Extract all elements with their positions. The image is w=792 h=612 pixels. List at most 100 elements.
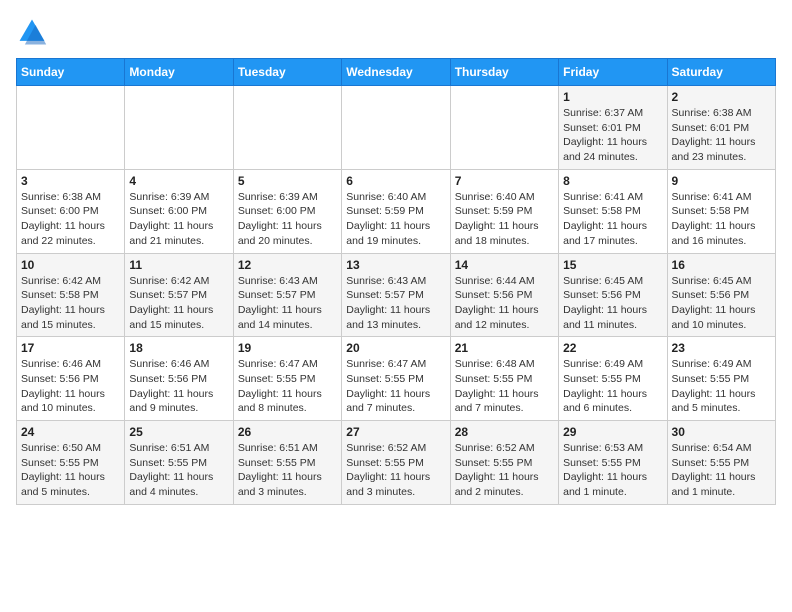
calendar-cell: 6 Sunrise: 6:40 AMSunset: 5:59 PMDaylight… <box>342 169 450 253</box>
day-info: Sunrise: 6:49 AMSunset: 5:55 PMDaylight:… <box>672 357 771 416</box>
calendar-cell: 30 Sunrise: 6:54 AMSunset: 5:55 PMDayligh… <box>667 421 775 505</box>
calendar-cell: 25 Sunrise: 6:51 AMSunset: 5:55 PMDayligh… <box>125 421 233 505</box>
calendar-cell: 26 Sunrise: 6:51 AMSunset: 5:55 PMDayligh… <box>233 421 341 505</box>
calendar-cell: 3Sunrise: 6:38 AMSunset: 6:00 PMDaylight… <box>17 169 125 253</box>
calendar-cell: 18 Sunrise: 6:46 AMSunset: 5:56 PMDayligh… <box>125 337 233 421</box>
column-header-monday: Monday <box>125 59 233 86</box>
calendar-cell: 13 Sunrise: 6:43 AMSunset: 5:57 PMDayligh… <box>342 253 450 337</box>
day-info: Sunrise: 6:43 AMSunset: 5:57 PMDaylight:… <box>238 274 337 333</box>
calendar-cell <box>450 86 558 170</box>
day-info: Sunrise: 6:37 AMSunset: 6:01 PMDaylight:… <box>563 106 662 165</box>
day-number: 26 <box>238 425 337 439</box>
day-number: 2 <box>672 90 771 104</box>
day-info: Sunrise: 6:51 AMSunset: 5:55 PMDaylight:… <box>238 441 337 500</box>
day-number: 15 <box>563 258 662 272</box>
day-info: Sunrise: 6:41 AMSunset: 5:58 PMDaylight:… <box>563 190 662 249</box>
day-info: Sunrise: 6:54 AMSunset: 5:55 PMDaylight:… <box>672 441 771 500</box>
week-row-1: 3Sunrise: 6:38 AMSunset: 6:00 PMDaylight… <box>17 169 776 253</box>
day-number: 27 <box>346 425 445 439</box>
calendar-cell: 28 Sunrise: 6:52 AMSunset: 5:55 PMDayligh… <box>450 421 558 505</box>
day-info: Sunrise: 6:45 AMSunset: 5:56 PMDaylight:… <box>563 274 662 333</box>
day-info: Sunrise: 6:38 AMSunset: 6:01 PMDaylight:… <box>672 106 771 165</box>
calendar-cell: 1 Sunrise: 6:37 AMSunset: 6:01 PMDaylight… <box>559 86 667 170</box>
day-number: 3 <box>21 174 120 188</box>
day-number: 12 <box>238 258 337 272</box>
page-header <box>16 16 776 48</box>
day-number: 8 <box>563 174 662 188</box>
column-header-wednesday: Wednesday <box>342 59 450 86</box>
calendar-cell: 15 Sunrise: 6:45 AMSunset: 5:56 PMDayligh… <box>559 253 667 337</box>
logo <box>16 16 52 48</box>
calendar-body: 1 Sunrise: 6:37 AMSunset: 6:01 PMDaylight… <box>17 86 776 505</box>
day-info: Sunrise: 6:47 AMSunset: 5:55 PMDaylight:… <box>346 357 445 416</box>
column-header-saturday: Saturday <box>667 59 775 86</box>
calendar-cell <box>233 86 341 170</box>
calendar-cell: 12 Sunrise: 6:43 AMSunset: 5:57 PMDayligh… <box>233 253 341 337</box>
day-number: 11 <box>129 258 228 272</box>
calendar-cell: 7 Sunrise: 6:40 AMSunset: 5:59 PMDaylight… <box>450 169 558 253</box>
day-number: 10 <box>21 258 120 272</box>
day-info: Sunrise: 6:44 AMSunset: 5:56 PMDaylight:… <box>455 274 554 333</box>
calendar-cell: 23 Sunrise: 6:49 AMSunset: 5:55 PMDayligh… <box>667 337 775 421</box>
day-info: Sunrise: 6:49 AMSunset: 5:55 PMDaylight:… <box>563 357 662 416</box>
calendar-cell: 19 Sunrise: 6:47 AMSunset: 5:55 PMDayligh… <box>233 337 341 421</box>
day-info: Sunrise: 6:51 AMSunset: 5:55 PMDaylight:… <box>129 441 228 500</box>
day-info: Sunrise: 6:52 AMSunset: 5:55 PMDaylight:… <box>455 441 554 500</box>
calendar-cell: 21 Sunrise: 6:48 AMSunset: 5:55 PMDayligh… <box>450 337 558 421</box>
calendar-cell: 11Sunrise: 6:42 AMSunset: 5:57 PMDayligh… <box>125 253 233 337</box>
day-number: 13 <box>346 258 445 272</box>
day-info: Sunrise: 6:52 AMSunset: 5:55 PMDaylight:… <box>346 441 445 500</box>
calendar-cell: 20 Sunrise: 6:47 AMSunset: 5:55 PMDayligh… <box>342 337 450 421</box>
day-number: 22 <box>563 341 662 355</box>
calendar-cell <box>342 86 450 170</box>
calendar-cell: 29Sunrise: 6:53 AMSunset: 5:55 PMDayligh… <box>559 421 667 505</box>
day-number: 7 <box>455 174 554 188</box>
calendar-cell: 10Sunrise: 6:42 AMSunset: 5:58 PMDayligh… <box>17 253 125 337</box>
day-number: 28 <box>455 425 554 439</box>
calendar-cell: 5 Sunrise: 6:39 AMSunset: 6:00 PMDaylight… <box>233 169 341 253</box>
calendar-cell: 27 Sunrise: 6:52 AMSunset: 5:55 PMDayligh… <box>342 421 450 505</box>
column-header-friday: Friday <box>559 59 667 86</box>
calendar-cell: 2 Sunrise: 6:38 AMSunset: 6:01 PMDaylight… <box>667 86 775 170</box>
day-number: 23 <box>672 341 771 355</box>
day-info: Sunrise: 6:40 AMSunset: 5:59 PMDaylight:… <box>455 190 554 249</box>
day-info: Sunrise: 6:53 AMSunset: 5:55 PMDaylight:… <box>563 441 662 500</box>
logo-icon <box>16 16 48 48</box>
calendar-cell: 17Sunrise: 6:46 AMSunset: 5:56 PMDayligh… <box>17 337 125 421</box>
day-number: 21 <box>455 341 554 355</box>
day-number: 30 <box>672 425 771 439</box>
calendar-cell: 8 Sunrise: 6:41 AMSunset: 5:58 PMDaylight… <box>559 169 667 253</box>
day-number: 1 <box>563 90 662 104</box>
week-row-0: 1 Sunrise: 6:37 AMSunset: 6:01 PMDaylight… <box>17 86 776 170</box>
day-info: Sunrise: 6:46 AMSunset: 5:56 PMDaylight:… <box>129 357 228 416</box>
day-info: Sunrise: 6:39 AMSunset: 6:00 PMDaylight:… <box>129 190 228 249</box>
calendar-cell: 22 Sunrise: 6:49 AMSunset: 5:55 PMDayligh… <box>559 337 667 421</box>
day-number: 9 <box>672 174 771 188</box>
calendar-cell: 16 Sunrise: 6:45 AMSunset: 5:56 PMDayligh… <box>667 253 775 337</box>
calendar-cell: 9 Sunrise: 6:41 AMSunset: 5:58 PMDaylight… <box>667 169 775 253</box>
calendar-cell <box>17 86 125 170</box>
day-info: Sunrise: 6:48 AMSunset: 5:55 PMDaylight:… <box>455 357 554 416</box>
day-number: 25 <box>129 425 228 439</box>
day-info: Sunrise: 6:40 AMSunset: 5:59 PMDaylight:… <box>346 190 445 249</box>
day-number: 19 <box>238 341 337 355</box>
week-row-4: 24Sunrise: 6:50 AMSunset: 5:55 PMDayligh… <box>17 421 776 505</box>
day-info: Sunrise: 6:47 AMSunset: 5:55 PMDaylight:… <box>238 357 337 416</box>
day-info: Sunrise: 6:43 AMSunset: 5:57 PMDaylight:… <box>346 274 445 333</box>
column-header-tuesday: Tuesday <box>233 59 341 86</box>
day-info: Sunrise: 6:41 AMSunset: 5:58 PMDaylight:… <box>672 190 771 249</box>
day-number: 20 <box>346 341 445 355</box>
column-header-thursday: Thursday <box>450 59 558 86</box>
day-number: 5 <box>238 174 337 188</box>
day-info: Sunrise: 6:39 AMSunset: 6:00 PMDaylight:… <box>238 190 337 249</box>
week-row-2: 10Sunrise: 6:42 AMSunset: 5:58 PMDayligh… <box>17 253 776 337</box>
week-row-3: 17Sunrise: 6:46 AMSunset: 5:56 PMDayligh… <box>17 337 776 421</box>
day-number: 18 <box>129 341 228 355</box>
day-info: Sunrise: 6:45 AMSunset: 5:56 PMDaylight:… <box>672 274 771 333</box>
day-number: 6 <box>346 174 445 188</box>
day-number: 16 <box>672 258 771 272</box>
calendar-cell: 4Sunrise: 6:39 AMSunset: 6:00 PMDaylight… <box>125 169 233 253</box>
day-number: 14 <box>455 258 554 272</box>
day-info: Sunrise: 6:50 AMSunset: 5:55 PMDaylight:… <box>21 441 120 500</box>
header-row: SundayMondayTuesdayWednesdayThursdayFrid… <box>17 59 776 86</box>
